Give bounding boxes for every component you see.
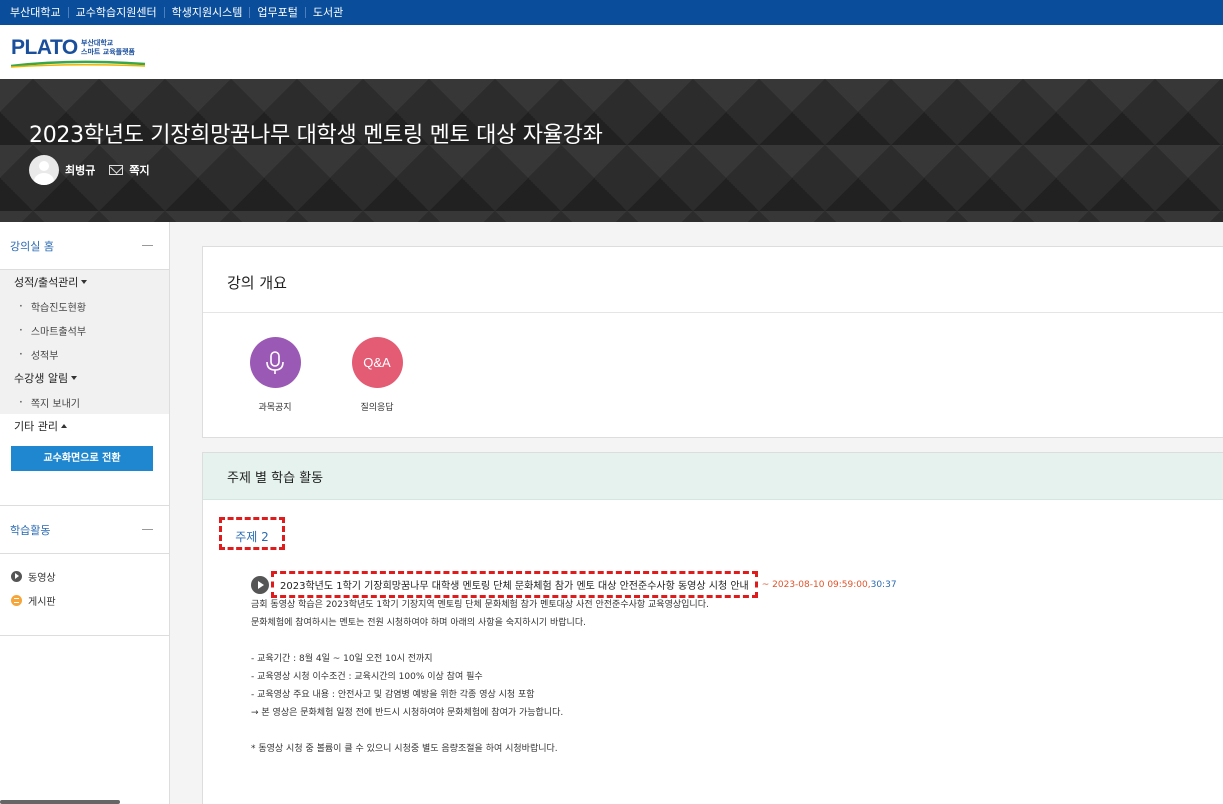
topnav-pnu[interactable]: 부산대학교 bbox=[10, 7, 69, 18]
topic-name: 주제 2 bbox=[219, 517, 285, 550]
envelope-icon[interactable] bbox=[109, 165, 124, 175]
activity-duration: 30:37 bbox=[870, 579, 897, 590]
activity-description: 금회 동영상 학습은 2023학년도 1학기 기장지역 멘토링 단체 문화체험 … bbox=[251, 596, 1151, 758]
course-banner: 2023학년도 기장희망꿈나무 대학생 멘토링 멘토 대상 자율강좌 최병규 쪽… bbox=[0, 79, 1223, 222]
sidebar-etc-title: 기타 관리 bbox=[14, 420, 58, 433]
activity-row: 2023학년도 1학기 기장희망꿈나무 대학생 멘토링 단체 문화체험 참가 멘… bbox=[251, 571, 897, 598]
activity-due-date: ~ 2023-08-10 09:59:00, bbox=[761, 579, 871, 590]
horizontal-scrollbar[interactable] bbox=[0, 800, 120, 804]
sidebar-grades-title: 성적/출석관리 bbox=[14, 276, 79, 289]
logo-swoosh-icon bbox=[11, 60, 145, 68]
notice-label: 과목공지 bbox=[258, 403, 292, 413]
topnav-student-system[interactable]: 학생지원시스템 bbox=[165, 7, 251, 18]
description-line: → 본 영상은 문화체험 일정 전에 반드시 시청하여야 문화체험에 참여가 가… bbox=[251, 708, 564, 718]
board-icon bbox=[11, 594, 22, 606]
sidebar-menu-group: 성적/출석관리 학습진도현황 스마트출석부 성적부 수강생 알림 쪽지 보내기 bbox=[0, 270, 169, 414]
collapse-icon[interactable] bbox=[142, 529, 153, 530]
overview-title: 강의 개요 bbox=[227, 274, 287, 292]
qna-label: 질의응답 bbox=[360, 403, 394, 413]
microphone-icon bbox=[249, 337, 301, 388]
activity-title-link[interactable]: 2023학년도 1학기 기장희망꿈나무 대학생 멘토링 단체 문화체험 참가 멘… bbox=[271, 571, 758, 598]
video-icon bbox=[11, 570, 22, 582]
logo-sub1: 부산대학교 bbox=[81, 39, 114, 47]
caret-down-icon bbox=[81, 280, 88, 284]
switch-to-professor-button[interactable]: 교수화면으로 전환 bbox=[11, 446, 153, 471]
sidebar-activities-header[interactable]: 학습활동 bbox=[0, 506, 169, 554]
play-icon bbox=[251, 575, 269, 594]
sidebar-video-label: 동영상 bbox=[28, 572, 56, 584]
sidebar-item-progress[interactable]: 학습진도현황 bbox=[0, 294, 169, 318]
description-line bbox=[251, 632, 1151, 650]
sidebar-board-label: 게시판 bbox=[28, 596, 56, 608]
description-line: 문화체험에 참여하시는 멘토는 전원 시청하여야 하며 아래의 사항을 숙지하시… bbox=[251, 618, 586, 628]
collapse-icon[interactable] bbox=[142, 245, 153, 246]
professor-name[interactable]: 최병규 bbox=[65, 162, 95, 178]
notice-button[interactable]: 과목공지 bbox=[245, 337, 305, 413]
logo-text: PLATO bbox=[11, 36, 78, 59]
logo-bar: PLATO 부산대학교 스마트 교육플랫폼 bbox=[0, 25, 1223, 79]
topic-activities-panel: 주제 별 학습 활동 주제 2 2023학년도 1학기 기장희망꿈나무 대학생 … bbox=[202, 452, 1223, 804]
description-line bbox=[251, 722, 1151, 740]
sidebar-etc: 기타 관리 교수화면으로 전환 bbox=[0, 414, 169, 506]
sidebar-item-board[interactable]: 게시판 bbox=[0, 588, 169, 612]
course-overview-panel: 강의 개요 과목공지 Q&A 질의응답 bbox=[202, 246, 1223, 438]
logo-subtitle: 부산대학교 스마트 교육플랫폼 bbox=[81, 39, 135, 57]
description-line: - 교육영상 주요 내용 : 안전사고 및 감염병 예방을 위한 각종 영상 시… bbox=[251, 690, 535, 700]
topic-name-text[interactable]: 주제 2 bbox=[235, 528, 269, 545]
caret-up-icon bbox=[60, 424, 67, 428]
sidebar-item-gradebook[interactable]: 성적부 bbox=[0, 342, 169, 366]
description-line: 금회 동영상 학습은 2023학년도 1학기 기장지역 멘토링 단체 문화체험 … bbox=[251, 600, 709, 610]
plato-logo[interactable]: PLATO 부산대학교 스마트 교육플랫폼 bbox=[11, 36, 151, 68]
description-line: - 교육영상 시청 이수조건 : 교육시간의 100% 이상 참여 필수 bbox=[251, 672, 483, 682]
sidebar-item-attendance[interactable]: 스마트출석부 bbox=[0, 318, 169, 342]
logo-sub2: 스마트 교육플랫폼 bbox=[81, 48, 135, 56]
activity-list: 동영상 게시판 bbox=[0, 554, 169, 636]
sidebar-item-video[interactable]: 동영상 bbox=[0, 564, 169, 588]
topics-title: 주제 별 학습 활동 bbox=[203, 453, 1223, 500]
message-link[interactable]: 쪽지 bbox=[129, 162, 149, 178]
description-line: - 교육기간 : 8월 4일 ~ 10일 오전 10시 전까지 bbox=[251, 654, 433, 664]
sidebar-notice-title: 수강생 알림 bbox=[14, 372, 69, 385]
topnav-work-portal[interactable]: 업무포털 bbox=[250, 7, 306, 18]
sidebar: 강의실 홈 성적/출석관리 학습진도현황 스마트출석부 성적부 수강생 알림 쪽… bbox=[0, 222, 170, 804]
sidebar-grades-toggle[interactable]: 성적/출석관리 bbox=[0, 270, 169, 294]
professor-info: 최병규 쪽지 bbox=[29, 155, 150, 185]
caret-down-icon bbox=[71, 376, 78, 380]
top-nav: 부산대학교 교수학습지원센터 학생지원시스템 업무포털 도서관 bbox=[0, 0, 1223, 25]
divider bbox=[203, 312, 1223, 313]
qna-icon: Q&A bbox=[351, 337, 403, 388]
sidebar-home-label: 강의실 홈 bbox=[10, 239, 54, 253]
description-line: * 동영상 시청 중 볼륨이 클 수 있으니 시청중 별도 음량조절을 하여 시… bbox=[251, 744, 558, 754]
sidebar-notice-toggle[interactable]: 수강생 알림 bbox=[0, 366, 169, 390]
sidebar-home-header[interactable]: 강의실 홈 bbox=[0, 222, 169, 270]
avatar bbox=[29, 155, 59, 185]
sidebar-item-send-message[interactable]: 쪽지 보내기 bbox=[0, 390, 169, 414]
sidebar-activities-label: 학습활동 bbox=[10, 523, 51, 537]
course-title: 2023학년도 기장희망꿈나무 대학생 멘토링 멘토 대상 자율강좌 bbox=[29, 123, 603, 148]
qna-button[interactable]: Q&A 질의응답 bbox=[347, 337, 407, 413]
sidebar-etc-toggle[interactable]: 기타 관리 bbox=[0, 414, 169, 438]
topnav-library[interactable]: 도서관 bbox=[306, 7, 350, 18]
topnav-teaching-center[interactable]: 교수학습지원센터 bbox=[69, 7, 165, 18]
